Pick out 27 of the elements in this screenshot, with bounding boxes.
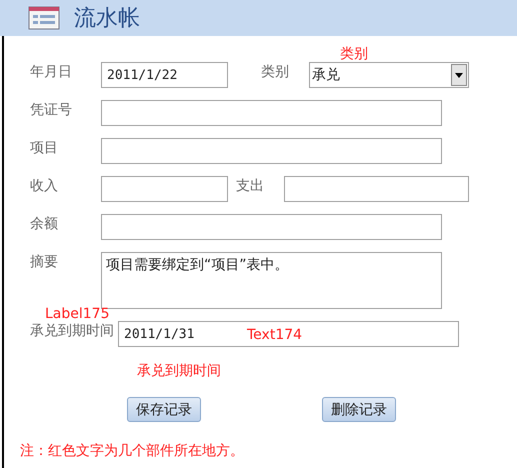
annotation-text: Label175 <box>45 306 110 322</box>
field-label: 类别 <box>261 63 289 82</box>
input-field[interactable] <box>101 214 442 240</box>
delete-button[interactable]: 删除记录 <box>322 397 396 422</box>
field-label: 收入 <box>29 177 59 196</box>
field-label: 凭证号 <box>29 101 73 120</box>
input-field[interactable]: 2011/1/22 <box>101 62 228 88</box>
dropdown-arrow-icon[interactable] <box>455 72 463 78</box>
category-dropdown[interactable]: 承兑 <box>309 62 469 88</box>
note-text: 注：红色文字为几个部件所在地方。 <box>20 442 245 460</box>
field-label: 支出 <box>236 177 264 196</box>
field-label: 摘要 <box>29 253 59 272</box>
annotation-text: Text174 <box>247 327 302 343</box>
input-field[interactable] <box>101 138 442 164</box>
form-icon <box>28 6 60 30</box>
annotation-text: 类别 <box>340 45 368 63</box>
input-field[interactable] <box>101 100 442 126</box>
form-title: 流水帐 <box>74 5 140 33</box>
field-label: 承兑到期时间 <box>29 322 115 341</box>
field-label: 余额 <box>29 215 59 234</box>
input-field[interactable] <box>284 176 469 202</box>
field-label: 项目 <box>29 139 59 158</box>
memo-field[interactable]: 项目需要绑定到“项目”表中。 <box>101 252 442 309</box>
input-field[interactable] <box>101 176 228 202</box>
annotation-text: 承兑到期时间 <box>137 362 221 380</box>
field-label: 年月日 <box>29 63 73 82</box>
save-button[interactable]: 保存记录 <box>127 397 201 422</box>
